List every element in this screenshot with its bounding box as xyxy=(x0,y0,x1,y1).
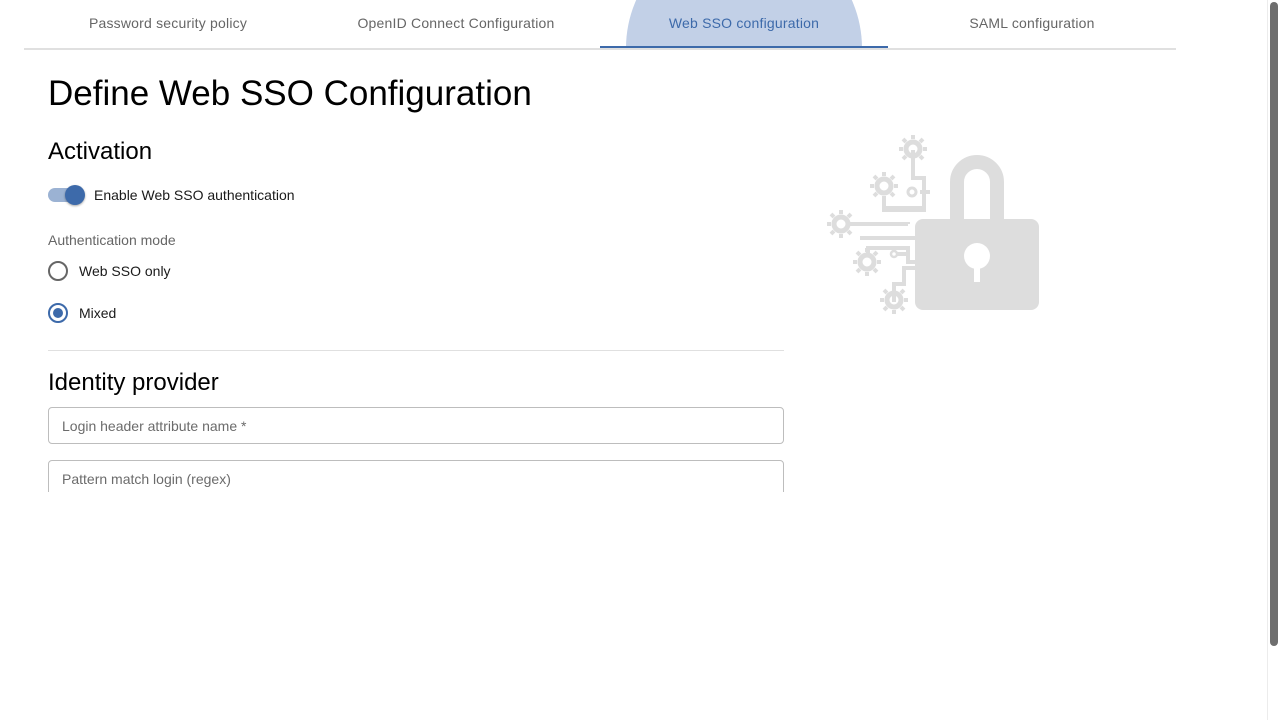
toggle-track[interactable] xyxy=(48,185,85,205)
section-divider xyxy=(48,350,784,351)
tab-label: Web SSO configuration xyxy=(668,15,820,31)
login-header-attribute-input[interactable] xyxy=(62,417,770,434)
identity-provider-section-title: Identity provider xyxy=(48,369,219,396)
page-title: Define Web SSO Configuration xyxy=(48,74,532,113)
vertical-scrollbar[interactable] xyxy=(1267,0,1280,720)
enable-web-sso-toggle[interactable]: Enable Web SSO authentication xyxy=(48,184,295,206)
scrollbar-thumb[interactable] xyxy=(1270,2,1278,646)
tab-label: Password security policy xyxy=(88,15,248,31)
radio-web-sso-only[interactable]: Web SSO only xyxy=(48,261,171,281)
enable-web-sso-label: Enable Web SSO authentication xyxy=(94,187,295,203)
radio-label: Web SSO only xyxy=(79,263,171,279)
login-header-attribute-field[interactable] xyxy=(48,407,784,444)
toggle-thumb[interactable] xyxy=(65,185,85,205)
tab-label: SAML configuration xyxy=(969,15,1095,31)
scrollable-content: Define Web SSO Configuration Activation … xyxy=(0,0,1280,492)
activation-section-title: Activation xyxy=(48,138,153,165)
pattern-match-login-input[interactable] xyxy=(62,470,770,487)
tab-label: OpenID Connect Configuration xyxy=(357,15,555,31)
lock-with-gears-icon xyxy=(827,135,1039,314)
radio-label: Mixed xyxy=(79,305,117,321)
radio-button[interactable] xyxy=(48,261,68,281)
radio-mixed[interactable]: Mixed xyxy=(48,303,116,323)
radio-button[interactable] xyxy=(48,303,68,323)
authentication-mode-caption: Authentication mode xyxy=(48,232,176,248)
web-sso-configuration-page: Password security policy OpenID Connect … xyxy=(0,0,1280,720)
pattern-match-login-field[interactable] xyxy=(48,460,784,492)
